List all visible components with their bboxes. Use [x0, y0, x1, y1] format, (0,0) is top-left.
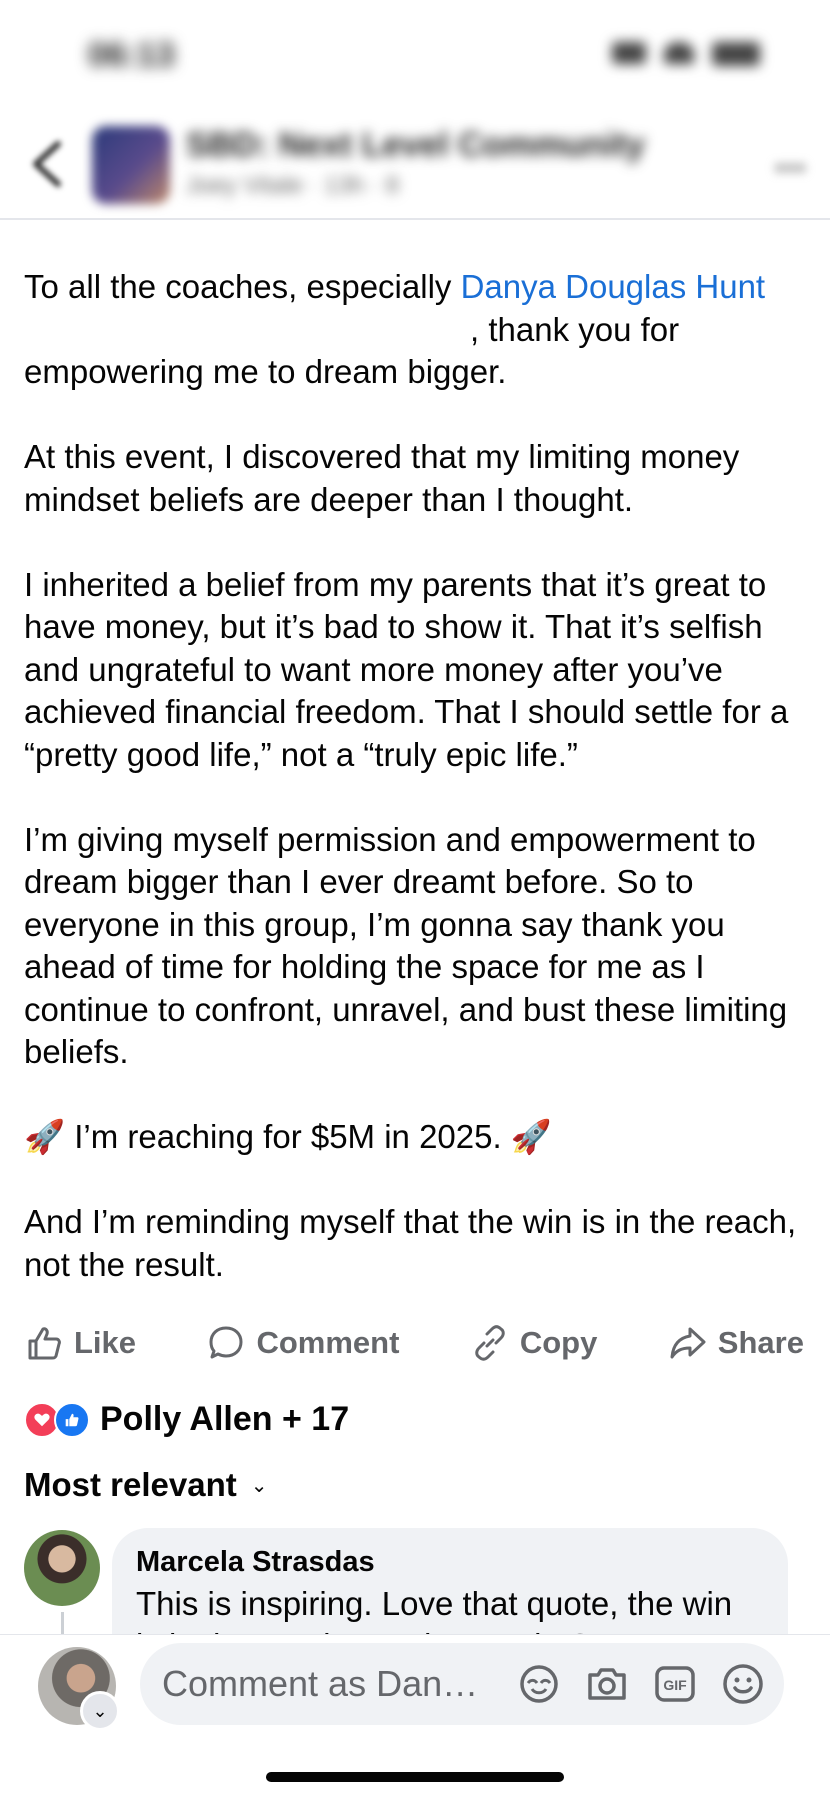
post-text: I’m reaching for $5M in 2025.: [65, 1118, 511, 1155]
share-label: Share: [717, 1325, 804, 1360]
post-paragraph: I inherited a belief from my parents tha…: [24, 565, 789, 773]
sort-label: Most relevant: [24, 1466, 237, 1503]
reaction-names: Polly Allen + 17: [100, 1400, 350, 1438]
status-time: 06:13: [88, 36, 175, 74]
reaction-summary[interactable]: Polly Allen + 17: [24, 1400, 349, 1439]
comment-label: Comment: [256, 1325, 400, 1360]
comment-button[interactable]: Comment: [206, 1323, 399, 1363]
wifi-icon: [664, 42, 694, 64]
comment-sort-dropdown[interactable]: Most relevant ⌄: [24, 1466, 268, 1504]
post-paragraph: To all the coaches, especially Danya Dou…: [24, 266, 814, 394]
group-avatar[interactable]: [92, 126, 170, 204]
like-reaction-icon: [54, 1401, 90, 1438]
status-icons: [612, 42, 760, 66]
comment-input[interactable]: Comment as Dany… GIF: [140, 1643, 784, 1725]
comment-thread-line: [61, 1612, 64, 1634]
speech-bubble-icon: [209, 1326, 243, 1359]
svg-text:GIF: GIF: [663, 1677, 687, 1693]
group-title[interactable]: SBD: Next Level Community: [186, 126, 645, 165]
goal-paragraph: 🚀 I’m reaching for $5M in 2025. 🚀: [24, 1116, 814, 1159]
post-text: , thank you for: [470, 310, 680, 348]
comment-text: This is inspiring. Love that quote, the …: [136, 1585, 733, 1638]
copy-label: Copy: [519, 1325, 598, 1360]
post-text: empowering me to dream bigger.: [24, 353, 507, 390]
gif-icon[interactable]: GIF: [652, 1661, 698, 1707]
battery-icon: [712, 42, 760, 66]
home-indicator: [266, 1772, 564, 1782]
rocket-icon: 🚀: [24, 1118, 66, 1155]
like-label: Like: [74, 1325, 137, 1360]
avatar-sticker-icon[interactable]: [516, 1661, 562, 1707]
status-bar: 06:13: [0, 0, 830, 110]
rocket-icon: 🚀: [510, 1118, 552, 1155]
post-action-bar: Like Comment Copy Share: [24, 1318, 804, 1368]
post-body: To all the coaches, especially Danya Dou…: [24, 266, 814, 1329]
post-text: To all the coaches, especially: [24, 268, 461, 305]
camera-icon[interactable]: [584, 1661, 630, 1707]
emoji-icon[interactable]: [720, 1661, 766, 1707]
chevron-down-icon[interactable]: ⌄: [80, 1691, 120, 1731]
post-paragraph: At this event, I discovered that my limi…: [24, 438, 740, 518]
more-options-icon[interactable]: •••: [774, 152, 806, 186]
post-subtitle: Joey Vitale · 13h · 8: [186, 172, 400, 199]
link-icon: [475, 1325, 505, 1361]
back-chevron-icon[interactable]: [28, 140, 68, 188]
signal-icon: [612, 42, 646, 64]
group-header: SBD: Next Level Community Joey Vitale · …: [0, 110, 830, 220]
post-paragraph: And I’m reminding myself that the win is…: [24, 1203, 797, 1283]
like-button[interactable]: Like: [24, 1323, 136, 1363]
chevron-down-icon: ⌄: [250, 1474, 268, 1497]
commenter-avatar[interactable]: [24, 1530, 100, 1606]
thumbs-up-icon: [28, 1327, 61, 1360]
mention-link[interactable]: Danya Douglas Hunt: [461, 268, 766, 305]
copy-button[interactable]: Copy: [470, 1323, 598, 1363]
composer-icons: GIF: [516, 1643, 766, 1725]
share-arrow-icon: [670, 1327, 706, 1359]
comment-placeholder: Comment as Dany…: [162, 1663, 492, 1704]
comment-bubble[interactable]: Marcela Strasdas This is inspiring. Love…: [112, 1528, 788, 1638]
comment-author[interactable]: Marcela Strasdas: [136, 1546, 764, 1579]
post-paragraph: I’m giving myself permission and empower…: [24, 820, 788, 1071]
share-button[interactable]: Share: [668, 1323, 804, 1363]
